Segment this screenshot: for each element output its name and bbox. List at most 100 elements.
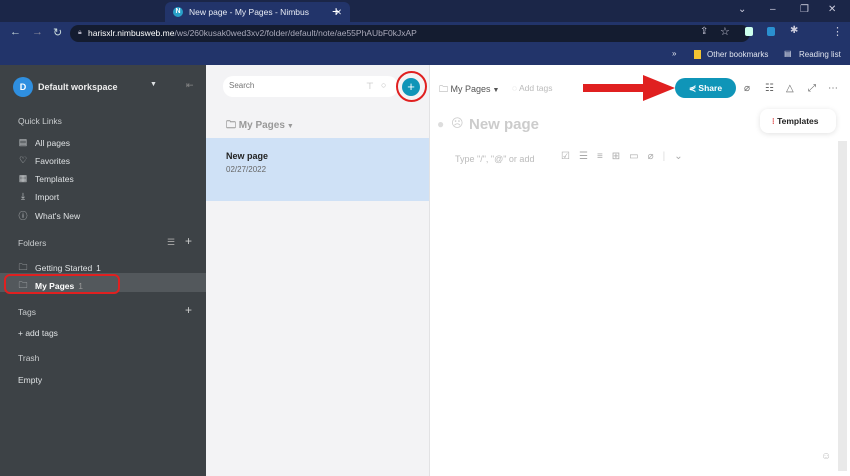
label: Favorites bbox=[35, 155, 70, 166]
emoji-icon[interactable]: ☹ bbox=[451, 116, 464, 130]
other-bookmarks[interactable]: Other bookmarks bbox=[707, 50, 768, 59]
browser-tab-bar bbox=[0, 0, 850, 22]
extensions-puzzle-icon[interactable]: ✱ bbox=[790, 25, 798, 36]
label: What's New bbox=[35, 210, 81, 221]
share-page-icon[interactable]: ⇪ bbox=[700, 26, 708, 37]
workspace-name[interactable]: Default workspace bbox=[38, 82, 118, 92]
folder-icon: 🗀 bbox=[226, 120, 239, 131]
checkbox-icon[interactable]: ☑ bbox=[561, 151, 570, 162]
add-tags-button[interactable]: ◌ Add tags bbox=[512, 83, 553, 93]
breadcrumb[interactable]: 🗀 My Pages ▼ bbox=[439, 82, 499, 98]
numbered-list-icon[interactable]: ☰ bbox=[579, 151, 588, 162]
add-tags-link[interactable]: + add tags bbox=[18, 328, 58, 338]
new-tab-button[interactable]: + bbox=[332, 3, 340, 19]
sidebar-item-templates[interactable]: ▦ Templates bbox=[18, 173, 74, 184]
page-list-panel: ⊤ ○ + 🗀 My Pages ▼ New page 02/27/2022 bbox=[206, 65, 430, 476]
list-folder-header[interactable]: 🗀 My Pages ▼ bbox=[226, 118, 294, 135]
minimize-button[interactable]: – bbox=[770, 4, 776, 15]
extension-icon[interactable] bbox=[745, 27, 753, 36]
search-icon[interactable]: ○ bbox=[381, 80, 386, 90]
label: Templates bbox=[35, 173, 74, 184]
list-item[interactable]: New page 02/27/2022 bbox=[206, 138, 429, 201]
bullet-list-icon[interactable]: ≡ bbox=[597, 151, 603, 162]
share-button[interactable]: ⋞ Share bbox=[675, 78, 736, 98]
filter-icon[interactable]: ⊤ bbox=[366, 81, 374, 92]
more-bookmarks-icon[interactable]: » bbox=[672, 49, 676, 58]
close-window-button[interactable]: ✕ bbox=[828, 4, 836, 15]
trash-heading[interactable]: Trash bbox=[18, 353, 39, 363]
sidebar-item-whats-new[interactable]: ⓘ What's New bbox=[18, 209, 80, 222]
folder-icon bbox=[694, 50, 701, 59]
attachment-icon[interactable]: ⌀ bbox=[648, 151, 654, 162]
folder-icon: 🗀 bbox=[439, 84, 451, 94]
workspace-dropdown-icon[interactable]: ▼ bbox=[150, 81, 157, 88]
more-icon[interactable]: ⋯ bbox=[828, 83, 838, 94]
quick-links-heading: Quick Links bbox=[18, 116, 62, 126]
tab-search-icon[interactable]: ⌄ bbox=[738, 4, 746, 15]
dropdown-icon: ▼ bbox=[490, 87, 500, 94]
page-title: New page bbox=[226, 151, 269, 161]
image-icon[interactable]: ▭ bbox=[629, 151, 638, 162]
page-icon: ▤ bbox=[18, 137, 28, 147]
bookmarks-bar: » Other bookmarks ▤ Reading list bbox=[0, 44, 850, 65]
search-box[interactable]: ⊤ ○ bbox=[223, 76, 398, 97]
body-input[interactable]: Type "/", "@" or add bbox=[455, 154, 534, 164]
search-input[interactable] bbox=[229, 81, 349, 90]
import-icon: ⤓ bbox=[21, 191, 25, 201]
add-tag-icon[interactable]: + bbox=[185, 303, 192, 317]
templates-button[interactable]: ⁝ Templates bbox=[760, 109, 836, 133]
templates-icon: ▦ bbox=[18, 173, 28, 183]
label: Getting Started bbox=[35, 263, 93, 273]
chevron-down-icon[interactable]: ⌄ bbox=[674, 151, 682, 162]
label: My Pages bbox=[238, 120, 285, 131]
reload-icon[interactable]: ↻ bbox=[53, 26, 62, 39]
help-icon[interactable]: ☺ bbox=[821, 451, 831, 462]
url-input[interactable]: harisxlr.nimbusweb.me/ws/260kusak0wed3xv… bbox=[70, 25, 750, 42]
outline-icon[interactable]: ☷ bbox=[765, 83, 774, 94]
label: All pages bbox=[35, 137, 70, 148]
label: My Pages bbox=[450, 84, 491, 94]
forward-icon[interactable]: → bbox=[32, 26, 43, 38]
insert-toolbar: ☑ ☰ ≡ ⊞ ▭ ⌀ | ⌄ bbox=[561, 151, 683, 162]
nimbus-favicon: N bbox=[173, 7, 183, 17]
tab-title: New page - My Pages - Nimbus bbox=[189, 7, 309, 17]
heart-icon: ♡ bbox=[18, 155, 28, 165]
bell-icon[interactable]: △ bbox=[786, 83, 794, 94]
extension-icon[interactable] bbox=[767, 27, 775, 36]
label: Templates bbox=[777, 116, 819, 126]
sidebar-item-import[interactable]: ⤓ Import bbox=[18, 191, 59, 202]
sort-folders-icon[interactable]: ☰ bbox=[167, 237, 175, 248]
sidebar-item-favorites[interactable]: ♡ Favorites bbox=[18, 155, 70, 166]
browser-menu-icon[interactable]: ⋮ bbox=[832, 25, 843, 38]
scrollbar[interactable] bbox=[838, 141, 847, 471]
dropdown-icon: ▼ bbox=[284, 123, 294, 130]
collapse-sidebar-icon[interactable]: ⇤ bbox=[186, 80, 194, 91]
tag-icon: ◌ bbox=[512, 83, 519, 93]
share-icon: ⋞ bbox=[688, 83, 699, 93]
lock-icon: 🔒︎ bbox=[78, 29, 82, 36]
trash-status: Empty bbox=[18, 375, 43, 385]
back-icon[interactable]: ← bbox=[10, 26, 21, 38]
attachment-icon[interactable]: ⌀ bbox=[744, 83, 750, 94]
browser-tab[interactable]: N New page - My Pages - Nimbus ✕ bbox=[165, 2, 350, 22]
url-host: harisxlr.nimbusweb.me bbox=[88, 28, 175, 38]
maximize-button[interactable]: ❐ bbox=[800, 4, 809, 15]
page-date: 02/27/2022 bbox=[226, 165, 267, 174]
expand-icon[interactable]: ⤢ bbox=[808, 83, 816, 94]
title-input[interactable]: New page bbox=[469, 116, 539, 133]
bookmark-star-icon[interactable]: ☆ bbox=[720, 25, 730, 38]
cover-icon[interactable]: ● bbox=[437, 117, 444, 131]
label: Import bbox=[35, 191, 60, 202]
editor: 🗀 My Pages ▼ ◌ Add tags ⋞ Share ⌀ ☷ △ ⤢ … bbox=[430, 65, 850, 476]
annotation-highlight bbox=[4, 274, 120, 294]
annotation-arrow bbox=[583, 75, 675, 101]
reading-list[interactable]: Reading list bbox=[799, 50, 841, 59]
reading-list-icon: ▤ bbox=[784, 49, 792, 58]
sidebar-item-all-pages[interactable]: ▤ All pages bbox=[18, 137, 70, 148]
workspace-avatar[interactable]: D bbox=[13, 77, 33, 97]
divider: | bbox=[662, 151, 666, 162]
label: Share bbox=[698, 83, 723, 93]
info-icon: ⓘ bbox=[18, 211, 28, 221]
add-folder-icon[interactable]: + bbox=[185, 234, 192, 248]
table-icon[interactable]: ⊞ bbox=[612, 151, 620, 162]
